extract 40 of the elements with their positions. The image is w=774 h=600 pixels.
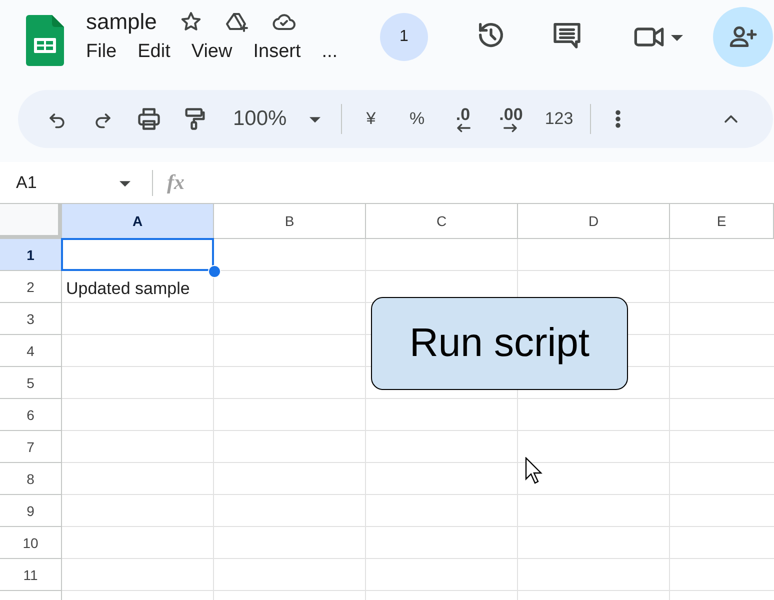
menu-item[interactable]: Edit [138, 41, 170, 63]
percent-format-button[interactable]: % [394, 101, 440, 137]
zoom-select[interactable]: 100% [218, 101, 300, 137]
menu-item[interactable]: File [86, 41, 117, 63]
active-cell[interactable] [61, 238, 214, 271]
column-header[interactable]: D [518, 204, 670, 239]
row-header[interactable]: 2 [0, 271, 62, 303]
row-header[interactable]: 3 [0, 303, 62, 335]
menu-item[interactable]: Insert [253, 41, 301, 63]
collaborator-badge[interactable]: 1 [380, 13, 428, 61]
left-arrow-icon [454, 122, 472, 132]
drive-add-icon[interactable] [224, 10, 249, 34]
column-header[interactable]: A [62, 204, 214, 239]
print-icon[interactable] [136, 106, 162, 132]
column-header[interactable]: E [670, 204, 774, 239]
row-header[interactable]: 1 [0, 239, 62, 271]
function-label: fx [167, 170, 184, 195]
row-header[interactable]: 4 [0, 335, 62, 367]
mouse-cursor-icon [525, 457, 543, 485]
row-header[interactable]: 5 [0, 367, 62, 399]
row-header[interactable]: 6 [0, 399, 62, 431]
row-header[interactable]: 11 [0, 559, 62, 591]
run-script-button[interactable]: Run script [371, 297, 628, 390]
currency-format-button[interactable]: ¥ [348, 101, 394, 137]
row-header[interactable]: 10 [0, 527, 62, 559]
menu-item[interactable]: ... [322, 41, 338, 63]
increase-decimals-button[interactable]: .00 [486, 99, 536, 139]
row-header[interactable]: 9 [0, 495, 62, 527]
menu-item[interactable]: View [191, 41, 232, 63]
decrease-decimals-button[interactable]: .0 [440, 99, 486, 139]
sheets-logo[interactable] [26, 15, 64, 66]
column-header[interactable]: C [366, 204, 518, 239]
right-arrow-icon [502, 122, 520, 132]
row-header[interactable]: 8 [0, 463, 62, 495]
fill-handle[interactable] [208, 265, 221, 278]
name-box[interactable]: A1 [16, 172, 114, 192]
document-title[interactable]: sample [86, 9, 157, 35]
number-format-button[interactable]: 123 [536, 101, 582, 137]
row-header[interactable]: 7 [0, 431, 62, 463]
column-header[interactable]: B [214, 204, 366, 239]
